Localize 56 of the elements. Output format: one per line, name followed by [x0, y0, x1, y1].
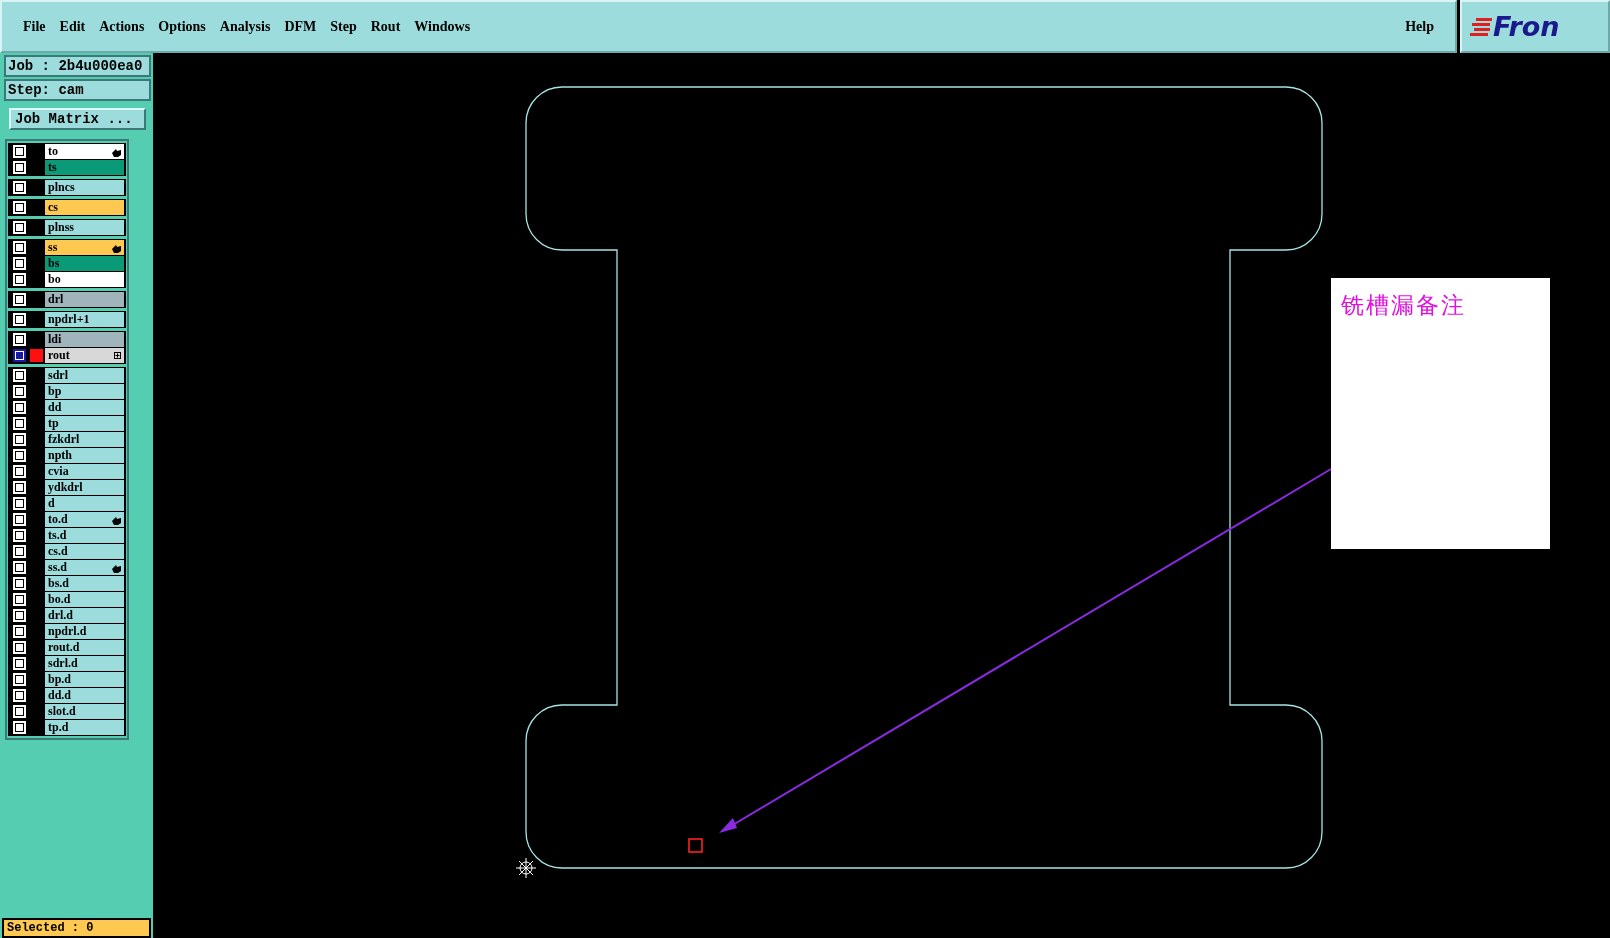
- layer-name[interactable]: plnss: [45, 220, 124, 235]
- help-menu[interactable]: Help: [1398, 18, 1441, 35]
- layer-name[interactable]: cs.d: [45, 544, 124, 559]
- layer-name[interactable]: slot.d: [45, 704, 124, 719]
- layer-name[interactable]: rout.d: [45, 640, 124, 655]
- layer-name[interactable]: bs.d: [45, 576, 124, 591]
- layer-name[interactable]: sdrl.d: [45, 656, 124, 671]
- menu-item[interactable]: Analysis: [212, 18, 278, 35]
- status-bar: Selected : 0: [2, 918, 151, 938]
- logo-text: Fron: [1493, 11, 1560, 42]
- layer-name[interactable]: to: [45, 144, 124, 159]
- layer-name[interactable]: cvia: [45, 464, 124, 479]
- layer-name[interactable]: sdrl: [45, 368, 124, 383]
- layer-name[interactable]: bs: [45, 256, 124, 271]
- menu-item[interactable]: File: [16, 18, 53, 35]
- layer-name[interactable]: fzkdrl: [45, 432, 124, 447]
- origin-icon: [515, 857, 537, 879]
- layer-name[interactable]: dd: [45, 400, 124, 415]
- layer-name[interactable]: tp: [45, 416, 124, 431]
- layer-name[interactable]: bo.d: [45, 592, 124, 607]
- layer-name[interactable]: bp.d: [45, 672, 124, 687]
- layer-name[interactable]: tp.d: [45, 720, 124, 735]
- note-text: 铣槽漏备注: [1341, 291, 1466, 320]
- layer-name[interactable]: dd.d: [45, 688, 124, 703]
- job-field: Job : 2b4u000ea0: [4, 55, 151, 77]
- layer-name[interactable]: ts: [45, 160, 124, 175]
- menu-item[interactable]: Options: [151, 18, 213, 35]
- menu-item[interactable]: Step: [323, 18, 364, 35]
- layer-name[interactable]: plncs: [45, 180, 124, 195]
- layer-name[interactable]: bo: [45, 272, 124, 287]
- layer-name[interactable]: drl.d: [45, 608, 124, 623]
- plus-box-icon: [114, 352, 121, 359]
- menu-item[interactable]: Windows: [407, 18, 478, 35]
- menu-item[interactable]: Rout: [363, 18, 408, 35]
- layer-name[interactable]: ts.d: [45, 528, 124, 543]
- step-field: Step: cam: [4, 79, 151, 101]
- layer-name[interactable]: ss.d: [45, 560, 124, 575]
- marker-square: [688, 838, 703, 853]
- layer-name[interactable]: rout: [45, 348, 124, 363]
- layer-name[interactable]: npdrl+1: [45, 312, 124, 327]
- menu-item[interactable]: DFM: [277, 18, 324, 35]
- layer-checkbox[interactable]: [13, 349, 26, 362]
- layer-name[interactable]: ldi: [45, 332, 124, 347]
- menu-item[interactable]: Edit: [52, 18, 93, 35]
- layer-name[interactable]: to.d: [45, 512, 124, 527]
- layer-name[interactable]: ydkdrl: [45, 480, 124, 495]
- layer-name[interactable]: npth: [45, 448, 124, 463]
- menu-item[interactable]: Actions: [92, 18, 152, 35]
- layer-name[interactable]: ss: [45, 240, 124, 255]
- layer-name[interactable]: d: [45, 496, 124, 511]
- layer-name[interactable]: drl: [45, 292, 124, 307]
- layer-name[interactable]: npdrl.d: [45, 624, 124, 639]
- speed-lines-icon: [1470, 15, 1492, 38]
- job-matrix-button[interactable]: Job Matrix ...: [9, 108, 146, 130]
- layer-name[interactable]: cs: [45, 200, 124, 215]
- layer-name[interactable]: bp: [45, 384, 124, 399]
